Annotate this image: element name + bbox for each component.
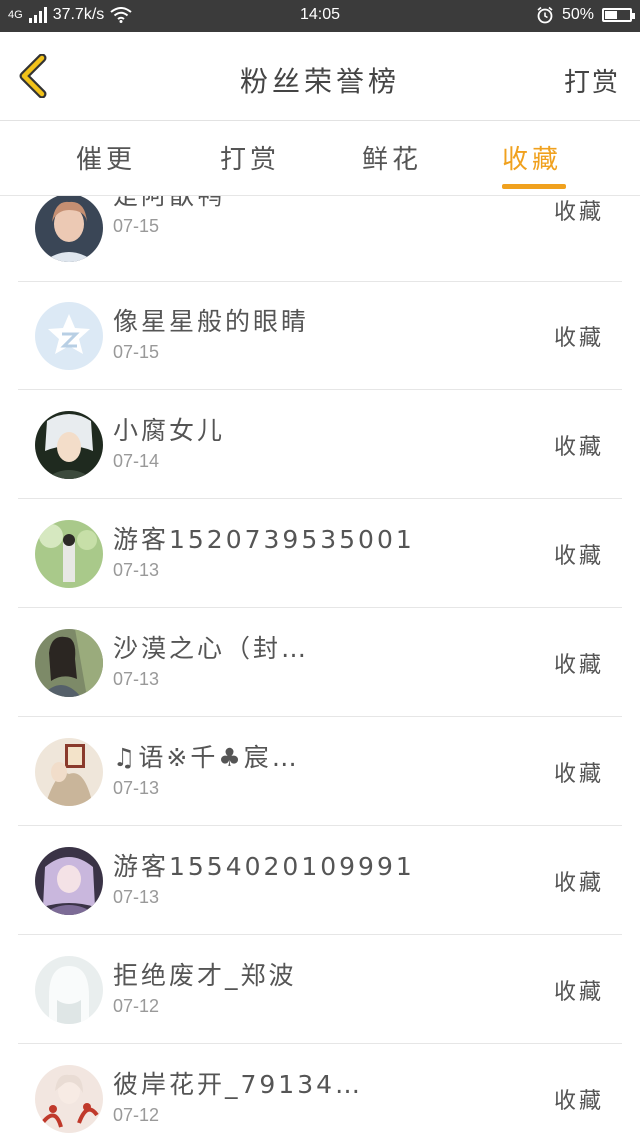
favorite-label: 收藏 — [553, 200, 604, 225]
fan-name: 小腐女儿 — [113, 416, 226, 445]
avatar — [35, 847, 103, 915]
favorite-label: 收藏 — [553, 762, 604, 787]
tab-favorites[interactable]: 收藏 — [502, 139, 562, 176]
fan-name: 拒绝废才_郑波 — [113, 961, 297, 990]
list-item[interactable]: 是阿歆鸭 07-15 收藏 — [18, 196, 622, 282]
active-tab-indicator — [502, 184, 566, 189]
favorite-label: 收藏 — [553, 871, 604, 896]
list-item[interactable]: 彼岸花开_79134… 07-12 收藏 — [18, 1045, 622, 1138]
favorite-label: 收藏 — [553, 435, 604, 460]
fan-date: 07-12 — [113, 996, 160, 1016]
avatar — [35, 302, 103, 370]
fan-name: 沙漠之心（封… — [113, 634, 310, 663]
list-item[interactable]: 小腐女儿 07-14 收藏 — [18, 391, 622, 499]
fan-name: 游客1554020109991 — [113, 852, 415, 881]
list-item[interactable]: 沙漠之心（封… 07-13 收藏 — [18, 609, 622, 717]
fan-date: 07-12 — [113, 1105, 160, 1125]
fan-name: 是阿歆鸭 — [113, 196, 225, 212]
fan-date: 07-13 — [113, 669, 160, 689]
favorite-label: 收藏 — [553, 1089, 604, 1114]
fan-date: 07-14 — [113, 451, 160, 471]
fan-date: 07-13 — [113, 778, 160, 798]
header: 粉丝荣誉榜 打赏 — [0, 32, 640, 121]
fan-date: 07-13 — [113, 887, 160, 907]
avatar — [35, 629, 103, 697]
favorite-label: 收藏 — [553, 544, 604, 569]
avatar — [35, 411, 103, 479]
battery-percent: 50% — [561, 6, 594, 23]
status-bar: 4G 37.7k/s 14:05 50% — [0, 0, 640, 32]
tab-reward[interactable]: 打赏 — [220, 139, 280, 176]
alarm-icon — [537, 6, 553, 24]
favorite-label: 收藏 — [553, 653, 604, 678]
fan-date: 07-13 — [113, 560, 160, 580]
fan-name: 游客1520739535001 — [113, 525, 415, 554]
list-item[interactable]: 拒绝废才_郑波 07-12 收藏 — [18, 936, 622, 1044]
status-right: 50% — [536, 6, 635, 24]
battery-level — [605, 11, 617, 19]
favorite-label: 收藏 — [553, 326, 604, 351]
back-button[interactable] — [14, 53, 58, 99]
fan-name: 彼岸花开_79134… — [113, 1070, 364, 1099]
fan-name: ♫语※千♣宸… — [113, 743, 300, 772]
favorite-label: 收藏 — [553, 980, 604, 1005]
tab-urge[interactable]: 催更 — [76, 139, 136, 176]
avatar — [35, 956, 103, 1024]
tab-bar: 催更 打赏 鲜花 收藏 — [0, 121, 640, 196]
fan-name: 像星星般的眼睛 — [113, 307, 310, 336]
avatar — [35, 1065, 103, 1133]
list-item[interactable]: 像星星般的眼睛 07-15 收藏 — [18, 282, 622, 390]
page-title: 粉丝荣誉榜 — [239, 65, 400, 98]
avatar — [35, 738, 103, 806]
reward-button[interactable]: 打赏 — [564, 62, 620, 99]
fan-date: 07-15 — [113, 216, 160, 236]
avatar — [35, 520, 103, 588]
tab-flowers[interactable]: 鲜花 — [362, 139, 422, 176]
battery-icon — [602, 8, 635, 22]
fan-date: 07-15 — [113, 342, 160, 362]
chevron-left-icon — [19, 53, 47, 99]
list-item[interactable]: 游客1554020109991 07-13 收藏 — [18, 827, 622, 935]
list-item[interactable]: 游客1520739535001 07-13 收藏 — [18, 500, 622, 608]
battery-tip — [632, 13, 635, 19]
fan-list: 是阿歆鸭 07-15 收藏 像星星般的眼睛 07-15 收藏 小腐女儿 07-1… — [0, 196, 640, 1138]
avatar — [35, 196, 103, 262]
list-item[interactable]: ♫语※千♣宸… 07-13 收藏 — [18, 718, 622, 826]
